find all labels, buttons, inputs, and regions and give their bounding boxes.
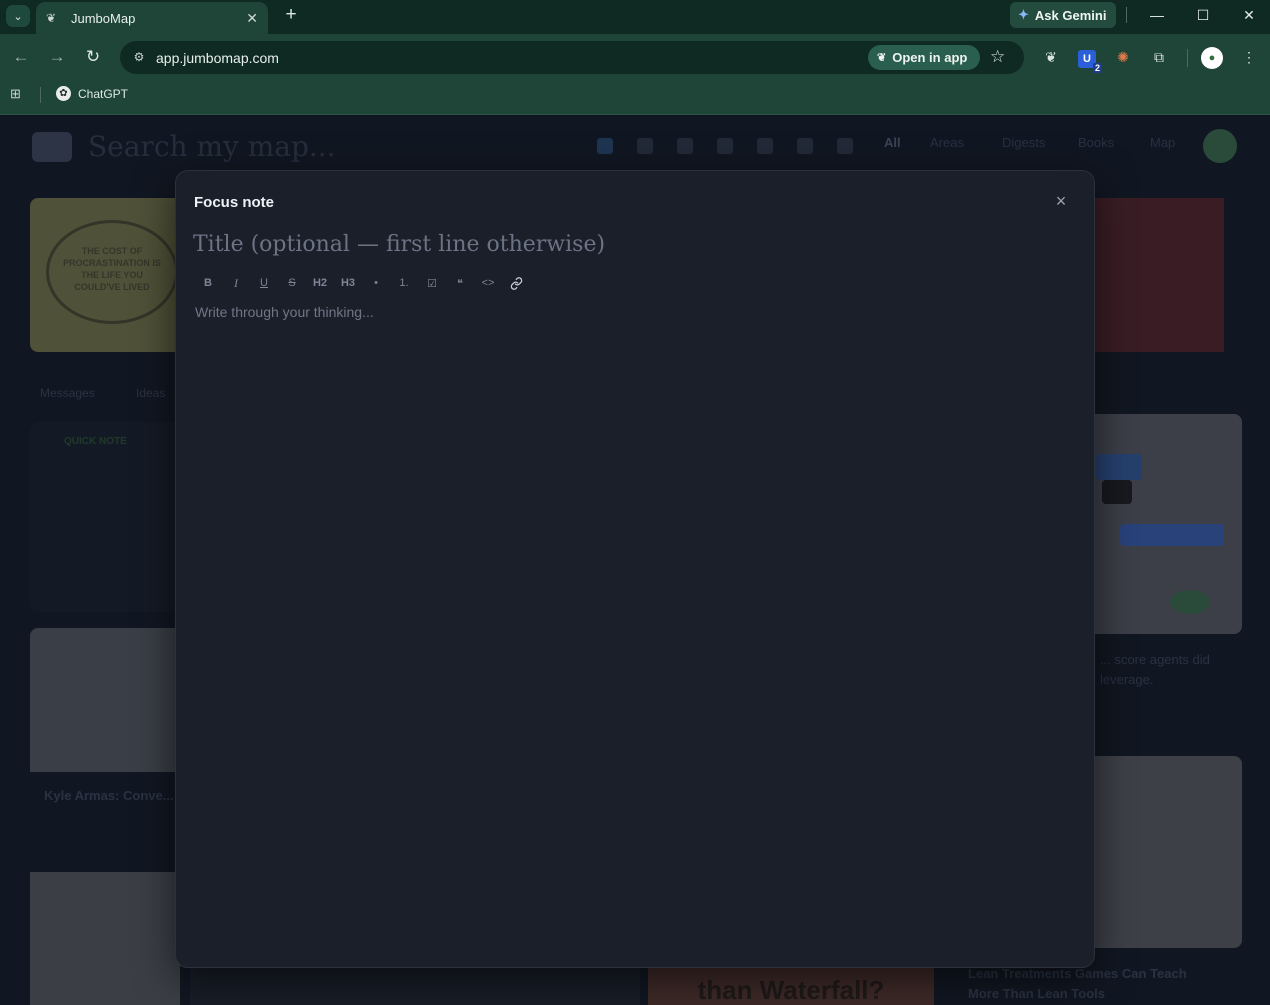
nav-book-icon[interactable] — [677, 138, 693, 154]
heading2-button[interactable]: H2 — [306, 273, 334, 293]
checklist-button[interactable]: ☑ — [418, 273, 446, 293]
forward-arrow-icon[interactable]: → — [45, 45, 69, 69]
user-avatar[interactable] — [1203, 129, 1237, 163]
whiteboard-image-card[interactable] — [30, 872, 180, 1005]
nav-calendar-icon[interactable] — [797, 138, 813, 154]
extensions-puzzle-icon[interactable]: ⧉ — [1148, 46, 1170, 68]
heading3-button[interactable]: H3 — [334, 273, 362, 293]
browser-toolbar: ← → ↻ ⚙ app.jumbomap.com ❦ Open in app ☆… — [0, 34, 1270, 80]
quote-button[interactable]: ❝ — [446, 273, 474, 293]
note-body-editor[interactable] — [195, 304, 1065, 944]
screenshot-image-card[interactable] — [1094, 414, 1242, 634]
italic-button[interactable]: I — [222, 273, 250, 293]
link-icon[interactable] — [502, 273, 530, 293]
bookmarks-bar — [0, 80, 1270, 115]
open-in-app-label: Open in app — [892, 50, 968, 65]
right-caption-line: leverage. — [1100, 672, 1154, 687]
screenshot-block — [1120, 524, 1224, 546]
nav-home-icon[interactable] — [597, 138, 613, 154]
strikethrough-button[interactable]: S — [278, 273, 306, 293]
chip-messages[interactable]: Messages — [40, 386, 95, 400]
map-image-card[interactable] — [1094, 756, 1242, 948]
link-chain-icon — [510, 276, 522, 290]
filter-books[interactable]: Books — [1078, 135, 1114, 150]
filter-all[interactable]: All — [884, 135, 901, 150]
tab-strip: ⌄ ❦ JumboMap ✕ + ✦ Ask Gemini — ☐ ✕ — [0, 0, 1270, 34]
bookmark-star-icon[interactable]: ☆ — [990, 47, 1005, 67]
quick-note-label: QUICK NOTE — [64, 436, 127, 447]
modal-title: Focus note — [194, 194, 275, 211]
left-card-caption: Kyle Armas: Conve... — [44, 788, 174, 803]
screenshot-block — [1096, 454, 1142, 480]
jumbomap-extension-icon[interactable]: ❦ — [1040, 46, 1062, 68]
ask-gemini-button[interactable]: ✦ Ask Gemini — [1010, 2, 1116, 28]
code-button[interactable]: <> — [474, 273, 502, 293]
nav-settings-icon[interactable] — [837, 138, 853, 154]
quote-image-card[interactable]: THE COST OF PROCRASTINATION IS THE LIFE … — [30, 198, 190, 352]
tab-title: JumboMap — [71, 10, 136, 26]
bookmark-label: ChatGPT — [78, 86, 129, 101]
ask-gemini-label: Ask Gemini — [1034, 7, 1107, 23]
bottom-caption-line: More Than Lean Tools — [968, 986, 1105, 1001]
apps-grid-icon[interactable]: ⊞ — [10, 86, 21, 102]
more-menu-icon[interactable]: ⋮ — [1238, 46, 1260, 68]
claude-extension-icon[interactable]: ✺ — [1112, 46, 1134, 68]
bottom-card[interactable] — [190, 968, 640, 1005]
bold-button[interactable]: B — [194, 273, 222, 293]
bookmarks-divider — [40, 87, 41, 103]
toolbar-divider — [1187, 49, 1188, 67]
red-image-card[interactable] — [1094, 198, 1224, 352]
bottom-card-caption: Lean Treatments Games Can Teach More Tha… — [968, 964, 1187, 1004]
open-in-app-button[interactable]: ❦ Open in app — [868, 45, 980, 70]
filter-areas[interactable]: Areas — [930, 135, 964, 150]
address-bar[interactable]: ⚙ app.jumbomap.com ❦ Open in app ☆ — [120, 41, 1024, 74]
screenshot-block — [1102, 480, 1132, 504]
nav-flag-icon[interactable] — [757, 138, 773, 154]
new-tab-button[interactable]: + — [280, 4, 302, 26]
tab-search-button[interactable]: ⌄ — [6, 5, 30, 27]
maximize-button[interactable]: ☐ — [1190, 3, 1216, 27]
article-image-card[interactable] — [30, 628, 180, 772]
waterfall-image-card[interactable]: than Waterfall? — [648, 968, 934, 1005]
screenshot-block — [1170, 590, 1210, 614]
close-icon[interactable]: × — [1052, 192, 1070, 210]
tab-close-icon[interactable]: ✕ — [246, 10, 258, 27]
profile-avatar[interactable]: ● — [1201, 47, 1223, 69]
bullet-list-button[interactable]: • — [362, 273, 390, 293]
focus-note-modal: Focus note × B I U S H2 H3 • 1. ☑ ❝ <> — [175, 170, 1095, 968]
minimize-button[interactable]: — — [1144, 3, 1170, 27]
browser-tab-active[interactable]: ❦ JumboMap ✕ — [36, 2, 268, 34]
nav-grid-icon[interactable] — [637, 138, 653, 154]
formatting-toolbar: B I U S H2 H3 • 1. ☑ ❝ <> — [194, 273, 530, 293]
right-caption-line: ... score agents did — [1100, 652, 1210, 667]
ordered-list-button[interactable]: 1. — [390, 273, 418, 293]
jumbomap-app-icon: ❦ — [877, 52, 887, 64]
bitwarden-extension-icon[interactable]: U2 — [1078, 50, 1102, 73]
quick-note-card[interactable]: QUICK NOTE — [30, 422, 190, 612]
map-search-input[interactable]: Search my map... — [88, 130, 336, 163]
chatgpt-icon: ✿ — [56, 86, 71, 101]
window-controls-divider — [1126, 7, 1127, 23]
filter-map[interactable]: Map — [1150, 135, 1175, 150]
bookmark-chatgpt[interactable]: ✿ ChatGPT — [56, 86, 128, 101]
extension-badge-count: 2 — [1092, 63, 1102, 73]
underline-button[interactable]: U — [250, 273, 278, 293]
reload-icon[interactable]: ↻ — [81, 45, 105, 69]
filter-digests[interactable]: Digests — [1002, 135, 1045, 150]
site-info-icon[interactable]: ⚙ — [129, 47, 149, 67]
nav-chat-icon[interactable] — [717, 138, 733, 154]
note-title-input[interactable] — [193, 226, 1053, 262]
quote-image-text: THE COST OF PROCRASTINATION IS THE LIFE … — [46, 220, 178, 324]
back-arrow-icon[interactable]: ← — [9, 45, 33, 69]
url-text[interactable]: app.jumbomap.com — [156, 50, 279, 66]
jumbomap-favicon-icon: ❦ — [46, 11, 57, 25]
gemini-sparkle-icon: ✦ — [1018, 7, 1029, 22]
app-logo — [32, 132, 72, 162]
right-card-caption: ... score agents did leverage. — [1100, 650, 1210, 690]
window-close-button[interactable]: ✕ — [1236, 3, 1262, 27]
chip-ideas[interactable]: Ideas — [136, 386, 165, 400]
